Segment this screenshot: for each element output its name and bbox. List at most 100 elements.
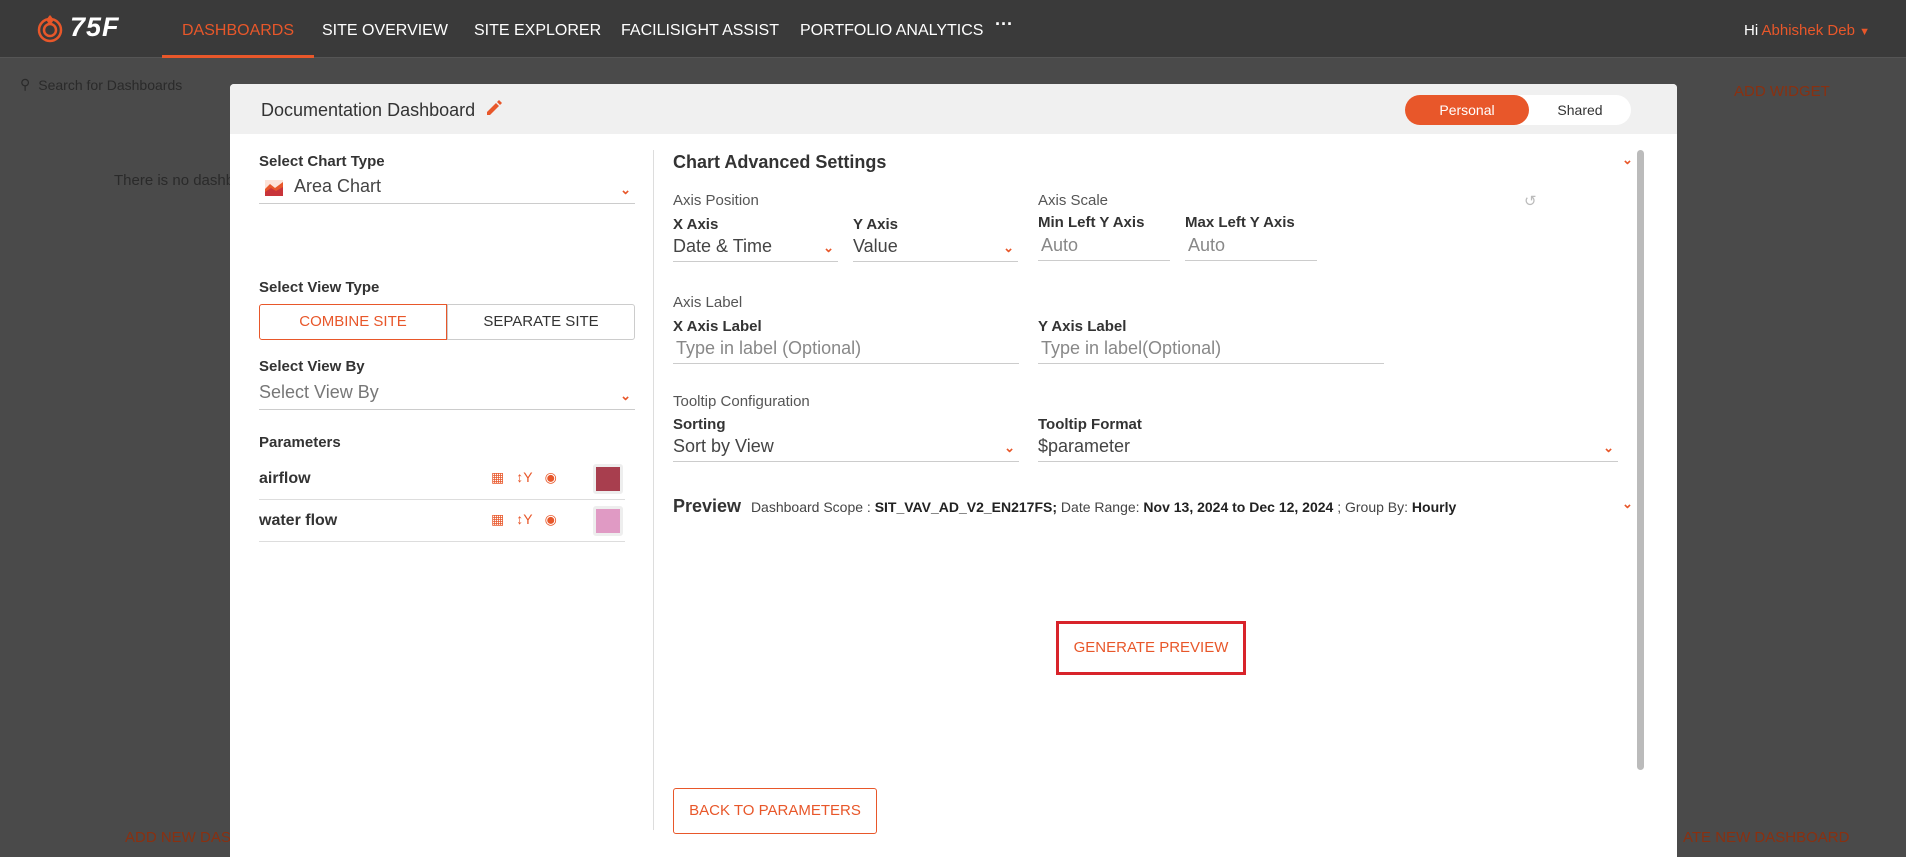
y-axis-label: Y Axis bbox=[853, 216, 899, 233]
calculator-icon[interactable]: ▦ bbox=[491, 511, 504, 528]
separate-site-button[interactable]: SEPARATE SITE bbox=[447, 304, 635, 340]
parameter-row-airflow: airflow ▦ ↕Y ◉ bbox=[259, 458, 625, 500]
greeting-text: Hi bbox=[1744, 22, 1759, 39]
preview-summary: Preview Dashboard Scope : SIT_VAV_AD_V2_… bbox=[673, 496, 1456, 517]
chevron-down-icon: ⌄ bbox=[1004, 440, 1015, 455]
scope-value: SIT_VAV_AD_V2_EN217FS; bbox=[874, 499, 1058, 515]
top-navbar: 75F DASHBOARDS SITE OVERVIEW SITE EXPLOR… bbox=[0, 0, 1906, 58]
nav-facilisight-assist[interactable]: FACILISIGHT ASSIST bbox=[621, 0, 779, 58]
back-to-parameters-button[interactable]: BACK TO PARAMETERS bbox=[673, 788, 877, 834]
x-axis-value: Date & Time bbox=[673, 236, 773, 256]
generate-preview-button[interactable]: GENERATE PREVIEW bbox=[1056, 621, 1246, 675]
parameter-row-water-flow: water flow ▦ ↕Y ◉ bbox=[259, 500, 625, 542]
chevron-down-icon[interactable]: ⌄ bbox=[1622, 496, 1633, 512]
x-axis-select[interactable]: Date & Time ⌄ bbox=[673, 232, 838, 262]
user-menu[interactable]: Hi Abhishek Deb ▼ bbox=[1744, 22, 1870, 39]
personal-shared-toggle[interactable]: Personal Shared bbox=[1405, 95, 1631, 125]
scope-prefix: Dashboard Scope : bbox=[750, 499, 871, 515]
advanced-settings-title: Chart Advanced Settings bbox=[673, 152, 887, 172]
y-axis-label-input[interactable]: Type in label(Optional) bbox=[1038, 334, 1384, 364]
max-left-y-input[interactable]: Auto bbox=[1185, 231, 1317, 261]
nav-dashboards[interactable]: DASHBOARDS bbox=[162, 0, 315, 58]
chart-type-select[interactable]: Area Chart ⌄ bbox=[259, 174, 635, 204]
min-left-y-label: Min Left Y Axis bbox=[1038, 214, 1145, 231]
parameters-label: Parameters bbox=[259, 434, 341, 451]
toggle-personal[interactable]: Personal bbox=[1405, 95, 1529, 125]
sorting-select[interactable]: Sort by View ⌄ bbox=[673, 432, 1019, 462]
eye-icon[interactable]: ◉ bbox=[545, 469, 557, 486]
tooltip-format-value: $parameter bbox=[1038, 436, 1131, 456]
range-prefix: Date Range: bbox=[1060, 499, 1140, 515]
modal-title: Documentation Dashboard bbox=[261, 99, 503, 122]
area-chart-icon bbox=[265, 180, 283, 196]
logo-text: 75F bbox=[70, 12, 120, 42]
y-axis-value: Value bbox=[853, 236, 898, 256]
advanced-settings-panel: Chart Advanced Settings ⌄ Axis Position … bbox=[673, 134, 1643, 857]
axis-swap-icon[interactable]: ↕Y bbox=[516, 511, 532, 528]
y-axis-label-field-label: Y Axis Label bbox=[1038, 318, 1127, 335]
chevron-down-icon: ⌄ bbox=[823, 240, 834, 255]
tooltip-config-heading: Tooltip Configuration bbox=[673, 393, 810, 410]
view-by-label: Select View By bbox=[259, 358, 365, 375]
combine-site-button[interactable]: COMBINE SITE bbox=[259, 304, 447, 340]
pencil-edit-icon[interactable] bbox=[485, 99, 503, 122]
axis-label-heading: Axis Label bbox=[673, 294, 743, 311]
sorting-value: Sort by View bbox=[673, 436, 774, 456]
nav-site-explorer[interactable]: SITE EXPLORER bbox=[474, 0, 601, 58]
range-value: Nov 13, 2024 to Dec 12, 2024 bbox=[1143, 499, 1334, 515]
axis-scale-heading: Axis Scale bbox=[1038, 192, 1109, 209]
tooltip-format-select[interactable]: $parameter ⌄ bbox=[1038, 432, 1618, 462]
nav-more-icon[interactable]: ··· bbox=[995, 14, 1013, 35]
search-icon: ⚲ bbox=[20, 76, 31, 92]
max-left-y-label: Max Left Y Axis bbox=[1185, 214, 1295, 231]
column-divider bbox=[653, 150, 654, 830]
axis-swap-icon[interactable]: ↕Y bbox=[516, 469, 532, 486]
chart-config-panel: Select Chart Type Area Chart ⌄ Select Vi… bbox=[259, 134, 635, 857]
add-widget-link[interactable]: ADD WIDGET bbox=[1734, 83, 1830, 100]
reset-icon[interactable]: ↺ bbox=[1524, 192, 1537, 210]
y-axis-select[interactable]: Value ⌄ bbox=[853, 232, 1018, 262]
tooltip-format-label: Tooltip Format bbox=[1038, 416, 1142, 433]
x-axis-label-field-label: X Axis Label bbox=[673, 318, 762, 335]
parameter-color-swatch[interactable] bbox=[593, 506, 623, 536]
dashboard-title: Documentation Dashboard bbox=[261, 100, 476, 120]
nav-portfolio-analytics[interactable]: PORTFOLIO ANALYTICS bbox=[800, 0, 983, 58]
chevron-down-icon[interactable]: ⌄ bbox=[1622, 152, 1633, 168]
user-name: Abhishek Deb bbox=[1761, 22, 1855, 39]
chevron-down-icon: ⌄ bbox=[620, 388, 631, 403]
app-logo[interactable]: 75F bbox=[36, 12, 120, 43]
flame-logo-icon bbox=[37, 14, 63, 42]
view-by-select[interactable]: Select View By ⌄ bbox=[259, 380, 635, 410]
search-placeholder: Search for Dashboards bbox=[38, 76, 183, 93]
create-new-dashboard-link[interactable]: ATE NEW DASHBOARD bbox=[1683, 829, 1849, 846]
group-value: Hourly bbox=[1411, 499, 1457, 515]
view-type-label: Select View Type bbox=[259, 279, 380, 296]
nav-site-overview[interactable]: SITE OVERVIEW bbox=[322, 0, 448, 58]
parameter-name: water flow bbox=[259, 512, 338, 529]
eye-icon[interactable]: ◉ bbox=[545, 511, 557, 528]
chevron-down-icon: ⌄ bbox=[1603, 440, 1614, 455]
sorting-label: Sorting bbox=[673, 416, 726, 433]
chart-type-label: Select Chart Type bbox=[259, 153, 385, 170]
x-axis-label-input[interactable]: Type in label (Optional) bbox=[673, 334, 1019, 364]
x-axis-label: X Axis bbox=[673, 216, 719, 233]
preview-label: Preview bbox=[673, 496, 742, 516]
calculator-icon[interactable]: ▦ bbox=[491, 469, 504, 486]
empty-dashboard-text: There is no dashb bbox=[114, 172, 235, 189]
chevron-down-icon: ▼ bbox=[1859, 26, 1870, 38]
parameter-actions: ▦ ↕Y ◉ bbox=[491, 469, 557, 486]
toggle-shared[interactable]: Shared bbox=[1529, 95, 1631, 125]
parameter-color-swatch[interactable] bbox=[593, 464, 623, 494]
parameter-actions: ▦ ↕Y ◉ bbox=[491, 511, 557, 528]
group-prefix: ; Group By: bbox=[1337, 499, 1409, 515]
parameter-name: airflow bbox=[259, 470, 311, 487]
modal-scrollbar[interactable] bbox=[1637, 150, 1644, 770]
view-by-placeholder: Select View By bbox=[259, 382, 379, 402]
chevron-down-icon: ⌄ bbox=[1003, 240, 1014, 255]
axis-position-heading: Axis Position bbox=[673, 192, 759, 209]
dashboard-editor-modal: Documentation Dashboard Personal Shared … bbox=[230, 84, 1677, 857]
add-new-dashboard-link[interactable]: ADD NEW DAS bbox=[125, 829, 231, 846]
dashboard-search[interactable]: ⚲ Search for Dashboards bbox=[20, 76, 230, 93]
modal-header: Documentation Dashboard Personal Shared bbox=[230, 84, 1677, 134]
min-left-y-input[interactable]: Auto bbox=[1038, 231, 1170, 261]
